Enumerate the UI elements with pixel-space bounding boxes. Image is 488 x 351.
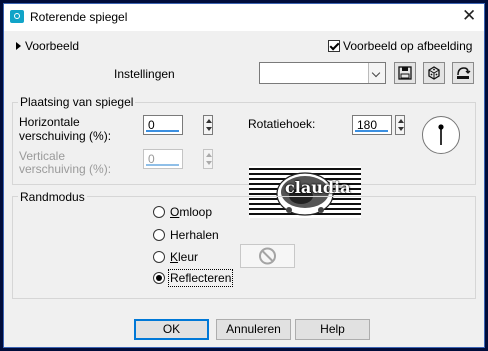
- watermark-text: claudia: [285, 178, 351, 197]
- title-bar: Roterende spiegel ✕: [4, 4, 484, 31]
- rotation-dial-icon: [422, 116, 460, 154]
- h-offset-label-line2: verschuiving (%):: [19, 129, 112, 143]
- rotation-angle-spinner[interactable]: [395, 115, 405, 135]
- chevron-down-icon[interactable]: [368, 63, 385, 83]
- no-color-icon: [259, 247, 276, 265]
- app-icon: [10, 10, 24, 23]
- v-offset-slider-bar: [146, 164, 179, 166]
- expand-triangle-icon[interactable]: [16, 42, 21, 50]
- preview-toggle-label[interactable]: Voorbeeld: [25, 39, 79, 53]
- h-offset-slider-bar: [146, 130, 179, 132]
- h-offset-spinner[interactable]: [203, 115, 213, 135]
- color-swatch-disabled: [240, 244, 295, 268]
- reset-icon: [457, 67, 471, 79]
- settings-label: Instellingen: [114, 67, 175, 81]
- v-offset-label-line1: Verticale: [19, 149, 66, 163]
- radio-omloop[interactable]: [153, 206, 165, 218]
- rotation-dial[interactable]: [421, 115, 461, 155]
- radio-herhalen-label[interactable]: Herhalen: [170, 228, 219, 242]
- reset-button[interactable]: [452, 62, 474, 84]
- spin-down-icon[interactable]: [398, 127, 404, 131]
- spin-up-icon: [206, 153, 212, 157]
- spin-up-icon[interactable]: [206, 119, 212, 123]
- rotation-angle-input[interactable]: 180: [352, 115, 392, 135]
- v-offset-input: 0: [143, 149, 183, 169]
- spin-down-icon: [206, 161, 212, 165]
- close-icon[interactable]: ✕: [462, 7, 476, 25]
- spin-down-icon[interactable]: [206, 127, 212, 131]
- edge-mode-group-title: Randmodus: [18, 190, 87, 204]
- h-offset-input[interactable]: 0: [143, 115, 183, 135]
- radio-kleur[interactable]: [153, 251, 165, 263]
- dice-icon: [428, 66, 440, 80]
- rotation-angle-label: Rotatiehoek:: [248, 117, 316, 131]
- randomize-button[interactable]: [423, 62, 445, 84]
- preview-on-image-label[interactable]: Voorbeeld op afbeelding: [343, 39, 472, 53]
- ok-button[interactable]: OK: [134, 319, 209, 340]
- dialog-window: Roterende spiegel ✕ Voorbeeld Voorbeeld …: [3, 3, 485, 348]
- help-button[interactable]: Help: [295, 319, 370, 340]
- v-offset-spinner: [203, 149, 213, 169]
- rotation-angle-slider-bar: [355, 130, 388, 132]
- save-icon: [398, 66, 412, 80]
- placement-group-title: Plaatsing van spiegel: [18, 95, 136, 109]
- save-preset-button[interactable]: [394, 62, 416, 84]
- window-title: Roterende spiegel: [30, 10, 128, 24]
- cancel-button[interactable]: Annuleren: [216, 319, 291, 340]
- radio-kleur-label[interactable]: Kleur: [170, 250, 198, 264]
- h-offset-label-line1: Horizontale: [19, 115, 80, 129]
- radio-omloop-label[interactable]: Omloop: [170, 205, 212, 219]
- v-offset-label-line2: verschuiving (%):: [19, 162, 112, 176]
- settings-dropdown[interactable]: [259, 62, 386, 84]
- radio-reflecteren[interactable]: [153, 272, 165, 284]
- preview-on-image-checkbox[interactable]: [328, 40, 340, 52]
- spin-up-icon[interactable]: [398, 119, 404, 123]
- radio-reflecteren-label[interactable]: Reflecteren: [167, 269, 234, 287]
- radio-herhalen[interactable]: [153, 229, 165, 241]
